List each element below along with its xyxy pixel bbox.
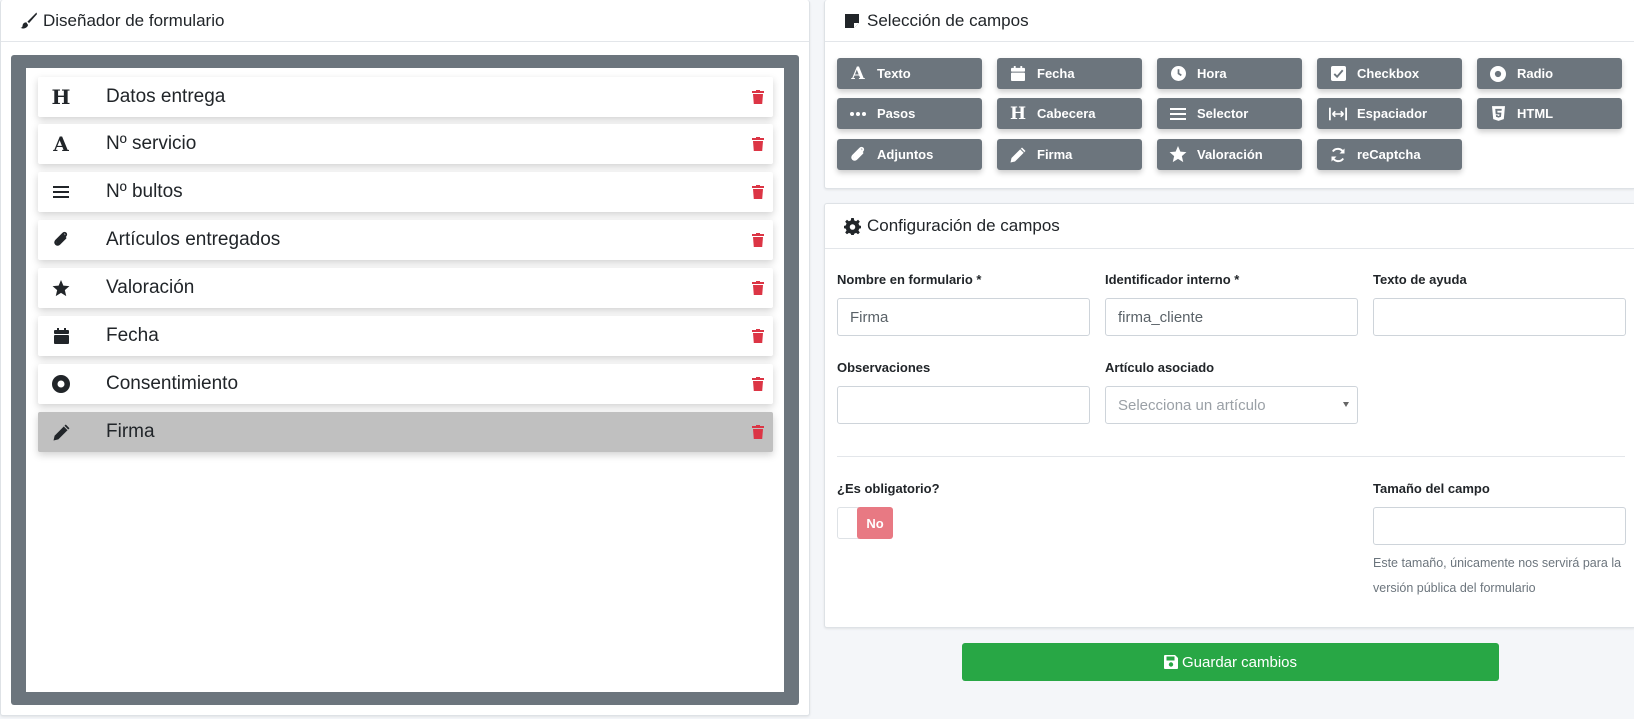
- field-item-label: Firma: [106, 421, 155, 442]
- tamano-label: Tamaño del campo: [1373, 481, 1490, 496]
- field-item-selected[interactable]: Firma: [38, 412, 773, 452]
- heading-icon: H: [1009, 103, 1027, 124]
- observaciones-input[interactable]: [837, 386, 1090, 424]
- font-icon: A: [851, 63, 865, 84]
- trash-icon[interactable]: [751, 279, 765, 297]
- field-item[interactable]: A Nº servicio: [38, 124, 773, 164]
- field-item[interactable]: Nº bultos: [38, 172, 773, 212]
- designer-title: Diseñador de formulario: [43, 10, 225, 30]
- selection-header: Selección de campos: [825, 0, 1634, 42]
- articulo-label: Artículo asociado: [1105, 360, 1215, 375]
- selection-title: Selección de campos: [867, 10, 1029, 30]
- clock-icon: [1169, 65, 1187, 83]
- nombre-label: Nombre en formulario *: [837, 272, 982, 287]
- designer-canvas[interactable]: H Datos entrega A Nº servicio Nº bultos: [26, 68, 784, 692]
- save-label: Guardar cambios: [1181, 653, 1298, 671]
- bars-icon: [46, 185, 76, 199]
- paperclip-icon: [46, 231, 76, 249]
- sync-icon: [1329, 146, 1347, 164]
- trash-icon[interactable]: [751, 375, 765, 393]
- config-title: Configuración de campos: [867, 216, 1060, 235]
- form-designer-panel: Diseñador de formulario H Datos entrega …: [0, 0, 810, 716]
- add-checkbox-button[interactable]: Checkbox: [1317, 58, 1462, 89]
- add-html-button[interactable]: HTML: [1477, 98, 1622, 129]
- add-texto-button[interactable]: A Texto: [837, 58, 982, 89]
- trash-icon[interactable]: [751, 231, 765, 249]
- observaciones-label: Observaciones: [837, 360, 931, 375]
- field-item-label: Artículos entregados: [106, 229, 281, 250]
- field-item-label: Fecha: [106, 325, 159, 346]
- add-valoracion-button[interactable]: Valoración: [1157, 139, 1302, 170]
- add-selector-button[interactable]: Selector: [1157, 98, 1302, 129]
- field-item[interactable]: Valoración: [38, 268, 773, 308]
- field-item-label: Nº servicio: [106, 133, 197, 154]
- obligatorio-toggle-no[interactable]: No: [857, 507, 893, 539]
- field-selection-panel: Selección de campos A Texto Fecha Hora Ch…: [824, 0, 1634, 189]
- field-item-label: Consentimiento: [106, 373, 239, 394]
- dot-circle-icon: [46, 375, 76, 393]
- add-adjuntos-button[interactable]: Adjuntos: [837, 139, 982, 170]
- field-item[interactable]: Artículos entregados: [38, 220, 773, 260]
- save-button[interactable]: Guardar cambios: [962, 643, 1499, 681]
- star-icon: [1169, 146, 1187, 164]
- trash-icon[interactable]: [751, 183, 765, 201]
- calendar-icon: [1009, 65, 1027, 83]
- star-icon: [46, 279, 76, 297]
- add-hora-button[interactable]: Hora: [1157, 58, 1302, 89]
- field-item-label: Valoración: [106, 277, 195, 298]
- calendar-icon: [46, 328, 76, 344]
- heading-icon: H: [51, 85, 71, 109]
- sticky-note-icon: [843, 12, 861, 30]
- nombre-input[interactable]: Firma: [837, 298, 1090, 336]
- field-item[interactable]: H Datos entrega: [38, 77, 773, 117]
- pencil-icon: [1009, 146, 1027, 164]
- font-icon: A: [53, 132, 69, 156]
- field-config-panel: Configuración de campos Nombre en formul…: [824, 203, 1634, 628]
- save-icon: [1163, 655, 1178, 669]
- designer-frame: H Datos entrega A Nº servicio Nº bultos: [11, 55, 799, 705]
- ayuda-input[interactable]: [1373, 298, 1626, 336]
- field-item-label: Nº bultos: [106, 181, 183, 202]
- tamano-input[interactable]: [1373, 507, 1626, 545]
- check-square-icon: [1329, 65, 1347, 83]
- obligatorio-toggle-off[interactable]: [837, 507, 859, 539]
- add-cabecera-button[interactable]: H Cabecera: [997, 98, 1142, 129]
- add-radio-button[interactable]: Radio: [1477, 58, 1622, 89]
- add-fecha-button[interactable]: Fecha: [997, 58, 1142, 89]
- pencil-icon: [46, 424, 76, 441]
- field-item[interactable]: Fecha: [38, 316, 773, 356]
- add-espaciador-button[interactable]: Espaciador: [1317, 98, 1462, 129]
- bars-icon: [1169, 105, 1187, 123]
- trash-icon[interactable]: [751, 135, 765, 153]
- articulo-select-placeholder: Selecciona un artículo: [1118, 396, 1266, 414]
- html5-icon: [1489, 105, 1507, 123]
- arrows-h-icon: [1329, 105, 1347, 123]
- field-item[interactable]: Consentimiento: [38, 364, 773, 404]
- trash-icon[interactable]: [751, 327, 765, 345]
- caret-down-icon: [1343, 402, 1349, 407]
- articulo-select[interactable]: Selecciona un artículo: [1105, 386, 1358, 424]
- tamano-help-text: Este tamaño, únicamente nos servirá para…: [1373, 556, 1622, 595]
- trash-icon[interactable]: [751, 423, 765, 441]
- field-item-label: Datos entrega: [106, 86, 226, 107]
- add-pasos-button[interactable]: Pasos: [837, 98, 982, 129]
- ayuda-label: Texto de ayuda: [1373, 272, 1467, 287]
- add-firma-button[interactable]: Firma: [997, 139, 1142, 170]
- trash-icon[interactable]: [751, 88, 765, 106]
- identificador-label: Identificador interno *: [1105, 272, 1240, 287]
- obligatorio-label: ¿Es obligatorio?: [837, 481, 940, 496]
- designer-header: Diseñador de formulario: [1, 0, 809, 42]
- identificador-input[interactable]: firma_cliente: [1105, 298, 1358, 336]
- paperclip-icon: [849, 146, 867, 164]
- divider: [837, 456, 1625, 457]
- add-recaptcha-button[interactable]: reCaptcha: [1317, 139, 1462, 170]
- paint-brush-icon: [19, 12, 37, 30]
- dot-circle-icon: [1489, 65, 1507, 83]
- gear-icon: [843, 217, 861, 235]
- config-header: Configuración de campos: [825, 204, 1634, 249]
- ellipsis-icon: [849, 105, 867, 123]
